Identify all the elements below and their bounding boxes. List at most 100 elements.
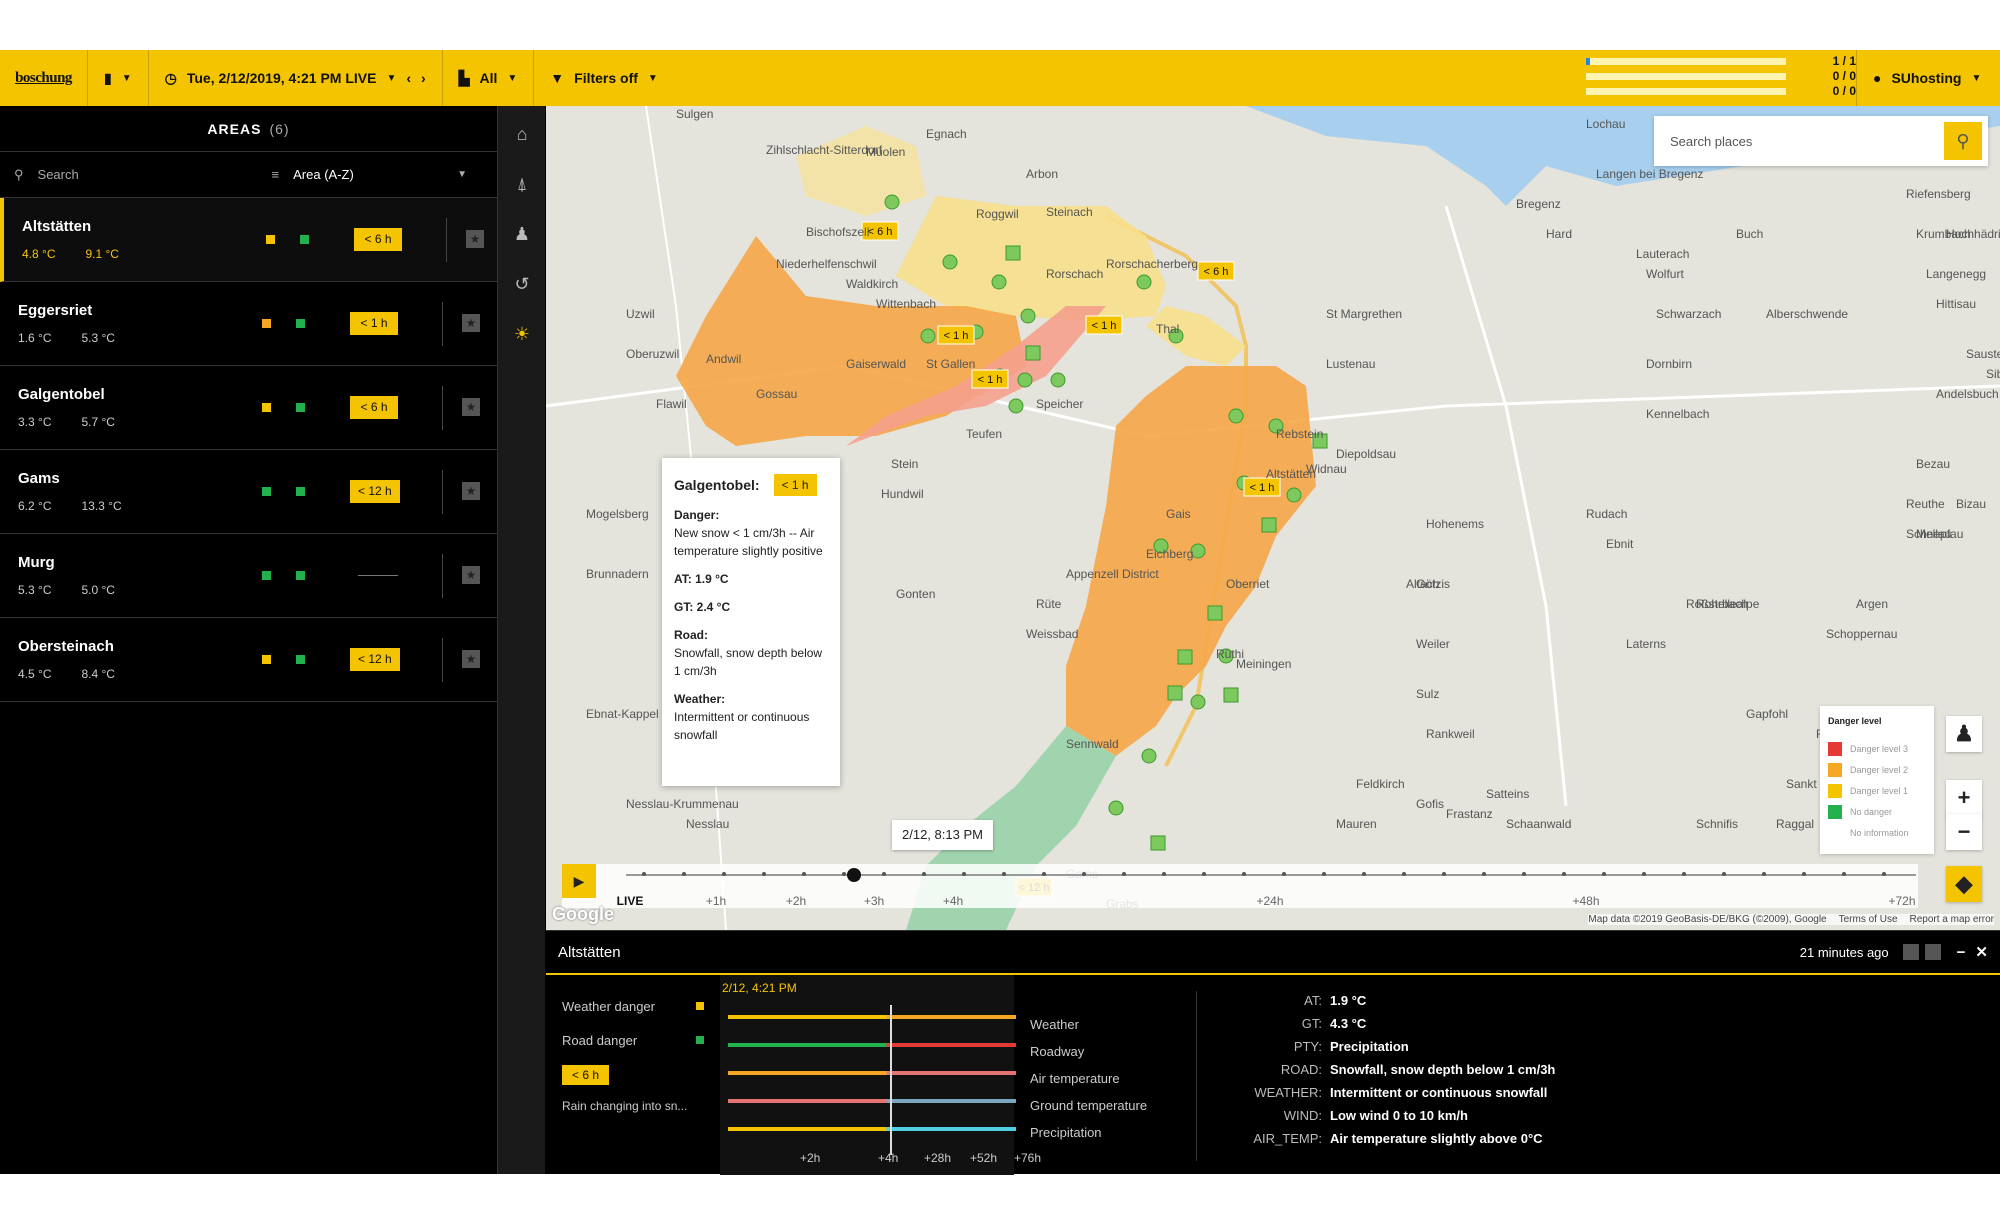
area-row-gams[interactable]: Gams 6.2 °C 13.3 °C < 12 h ★ xyxy=(0,450,497,534)
bookmark-selector[interactable]: ▙ All ▼ xyxy=(443,50,535,106)
datetime-selector[interactable]: ◷ Tue, 2/12/2019, 4:21 PM LIVE ▼ ‹ › xyxy=(149,50,443,106)
layers-icon[interactable]: ◆ xyxy=(1946,866,1982,902)
attribution-text: Map data ©2019 GeoBasis-DE/BKG (©2009), … xyxy=(1588,914,1827,925)
report-link[interactable]: Report a map error xyxy=(1910,914,1994,925)
search-places-input[interactable]: Search places xyxy=(1654,134,1944,149)
place-label: Diepoldsau xyxy=(1336,447,1396,461)
legend-swatch xyxy=(1828,762,1842,777)
settings-icon[interactable] xyxy=(1924,944,1941,960)
ground-temp: 8.4 °C xyxy=(81,667,115,681)
area-badge: < 6 h xyxy=(350,396,398,419)
filter-icon: ▼ xyxy=(550,70,565,86)
area-row-obersteinach[interactable]: Obersteinach 4.5 °C 8.4 °C < 12 h ★ xyxy=(0,618,497,702)
air-temp: 3.3 °C xyxy=(18,415,52,429)
area-row-eggersriet[interactable]: Eggersriet 1.6 °C 5.3 °C < 1 h ★ xyxy=(0,282,497,366)
street-view-icon[interactable]: ♟ xyxy=(1946,716,1982,752)
user-menu[interactable]: ● SUhosting ▼ xyxy=(1856,50,2000,106)
detail-badge: < 6 h xyxy=(562,1065,610,1085)
star-icon[interactable]: ★ xyxy=(462,314,480,332)
place-label: Nesslau-Krummenau xyxy=(626,797,739,811)
zoom-out-button[interactable]: − xyxy=(1946,814,1982,850)
timeline-dot xyxy=(1002,872,1006,876)
boschung-logo[interactable]: boschung xyxy=(0,50,88,106)
area-row-galgentobel[interactable]: Galgentobel 3.3 °C 5.7 °C < 6 h ★ xyxy=(0,366,497,450)
place-label: Langenegg xyxy=(1926,267,1986,281)
star-icon[interactable]: ★ xyxy=(462,650,480,668)
detail-value: Low wind 0 to 10 km/h xyxy=(1330,1108,1468,1123)
minimize-icon[interactable]: − xyxy=(1957,944,1966,961)
zoom-in-button[interactable]: + xyxy=(1946,780,1982,816)
timeline-tick[interactable]: LIVE xyxy=(617,894,644,908)
place-label: Rüte xyxy=(1036,597,1062,611)
chevron-down-icon[interactable]: ▼ xyxy=(457,169,467,180)
timeline-tick[interactable]: +72h xyxy=(1888,894,1915,908)
place-label: Schoppernau xyxy=(1826,627,1897,641)
next-time-icon[interactable]: › xyxy=(421,70,426,86)
place-label: Uzwil xyxy=(626,307,655,321)
timeline-tick[interactable]: +3h xyxy=(864,894,884,908)
place-label: Ebnat-Kappel xyxy=(586,707,659,721)
timeline-handle[interactable] xyxy=(846,868,861,882)
search-icon: ⚲ xyxy=(14,166,24,182)
star-icon[interactable]: ★ xyxy=(466,230,484,248)
star-icon[interactable]: ★ xyxy=(462,398,480,416)
timeline-tick[interactable]: +1h xyxy=(706,894,726,908)
timeline-tick[interactable]: +2h xyxy=(786,894,806,908)
map-area-badge-label: < 1 h xyxy=(978,374,1003,386)
place-label: Weissbad xyxy=(1026,627,1078,641)
popup-weather-label: Weather: xyxy=(674,692,726,706)
detail-row: AIR_TEMP: Air temperature slightly above … xyxy=(1226,1127,1555,1150)
timeline-dot xyxy=(1322,872,1326,876)
place-label: Buch xyxy=(1736,227,1763,241)
star-icon[interactable]: ★ xyxy=(462,566,480,584)
timeline-tick[interactable]: +24h xyxy=(1256,894,1283,908)
areas-title: AREAS xyxy=(207,120,262,137)
legend-swatch xyxy=(1828,783,1842,798)
air-temp: 5.3 °C xyxy=(18,583,52,597)
areas-header: AREAS (6) xyxy=(0,106,497,152)
person-icon[interactable]: ♟ xyxy=(510,222,534,246)
timeline-tick[interactable]: +48h xyxy=(1572,894,1599,908)
areas-search-input[interactable]: Search xyxy=(38,167,258,182)
area-row-altstätten[interactable]: Altstätten 4.8 °C 9.1 °C < 6 h ★ xyxy=(0,198,497,282)
area-badge: < 6 h xyxy=(354,228,402,251)
tool-strip: ⌂ ⍋ ♟ ↺ ☀ xyxy=(497,106,545,1174)
map-view[interactable]: < 6 h< 6 h< 1 h< 1 h< 1 h< 1 h< 12 h Sul… xyxy=(546,106,2000,930)
legend-swatch xyxy=(1828,804,1842,819)
close-icon[interactable]: ✕ xyxy=(1975,943,1988,961)
filters-selector[interactable]: ▼ Filters off ▼ xyxy=(534,50,674,106)
terms-link[interactable]: Terms of Use xyxy=(1839,914,1898,925)
timeline-dot xyxy=(1202,872,1206,876)
weather-icon[interactable]: ☀ xyxy=(510,322,534,346)
timeline-dot xyxy=(1282,872,1286,876)
timeline-tick[interactable]: +4h xyxy=(943,894,963,908)
play-icon[interactable]: ▶ xyxy=(562,864,596,898)
star-icon[interactable]: ★ xyxy=(462,482,480,500)
areas-panel: AREAS (6) ⚲ Search ≡ Area (A-Z) ▼ Altstät… xyxy=(0,106,497,1174)
detail-value: Precipitation xyxy=(1330,1039,1409,1054)
map-attribution: Map data ©2019 GeoBasis-DE/BKG (©2009), … xyxy=(1588,914,1994,925)
legend-title: Danger level xyxy=(1828,716,1882,726)
sort-selector[interactable]: Area (A-Z) xyxy=(293,167,443,182)
place-label: Götzis xyxy=(1416,577,1450,591)
chart-row-line xyxy=(728,1043,1016,1047)
detail-value: Intermittent or continuous snowfall xyxy=(1330,1085,1548,1100)
area-temps: 4.8 °C 9.1 °C xyxy=(22,247,479,261)
divider xyxy=(442,638,443,682)
history-icon[interactable]: ↺ xyxy=(510,272,534,296)
detail-key: GT: xyxy=(1301,1016,1322,1031)
timeline-dot xyxy=(922,872,926,876)
area-row-murg[interactable]: Murg 5.3 °C 5.0 °C ★ xyxy=(0,534,497,618)
progress-bar xyxy=(1586,58,1786,65)
detail-updated: 21 minutes ago xyxy=(1799,944,1889,960)
map-menu-button[interactable]: ▮ ▼ xyxy=(88,50,149,106)
road xyxy=(1444,205,1568,807)
sensor-lock-icon[interactable]: ⌂ xyxy=(510,122,534,146)
chart-row-label: Precipitation xyxy=(1030,1125,1102,1140)
star-icon[interactable] xyxy=(1902,944,1919,960)
prev-time-icon[interactable]: ‹ xyxy=(406,70,411,86)
area-name: Galgentobel xyxy=(18,386,105,403)
antenna-icon[interactable]: ⍋ xyxy=(510,172,534,196)
place-label: Ebnit xyxy=(1606,537,1634,551)
search-icon[interactable]: ⚲ xyxy=(1944,122,1982,160)
